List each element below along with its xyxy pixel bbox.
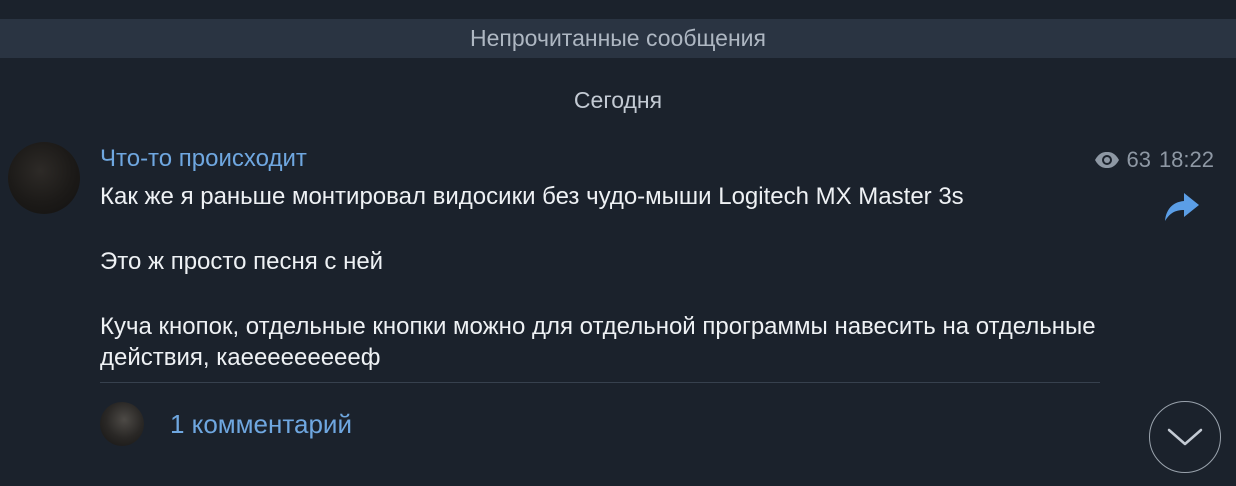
unread-messages-label: Непрочитанные сообщения <box>470 25 766 51</box>
comments-link[interactable]: 1 комментарий <box>170 409 352 440</box>
chevron-down-icon <box>1167 428 1203 446</box>
unread-messages-bar: Непрочитанные сообщения <box>0 19 1236 58</box>
share-button[interactable] <box>1162 190 1202 226</box>
message-paragraph: Это ж просто песня с ней <box>100 248 384 275</box>
message-time: 18:22 <box>1158 147 1214 172</box>
scroll-down-button[interactable] <box>1149 401 1221 473</box>
message-text: Как же я раньше монтировал видосики без … <box>100 181 1110 373</box>
comments-divider <box>100 382 1100 383</box>
date-separator: Сегодня <box>573 87 663 113</box>
sender-name[interactable]: Что-то происходит <box>100 145 307 173</box>
share-arrow-icon <box>1165 193 1199 221</box>
commenter-avatar <box>100 402 144 446</box>
channel-avatar[interactable] <box>8 142 80 214</box>
view-count: 63 <box>1126 147 1151 172</box>
message-paragraph: Куча кнопок, отдельные кнопки можно для … <box>100 313 1096 371</box>
message-meta: 63 18:22 <box>1094 147 1214 173</box>
eye-icon <box>1095 152 1120 168</box>
message-paragraph: Как же я раньше монтировал видосики без … <box>100 183 964 210</box>
